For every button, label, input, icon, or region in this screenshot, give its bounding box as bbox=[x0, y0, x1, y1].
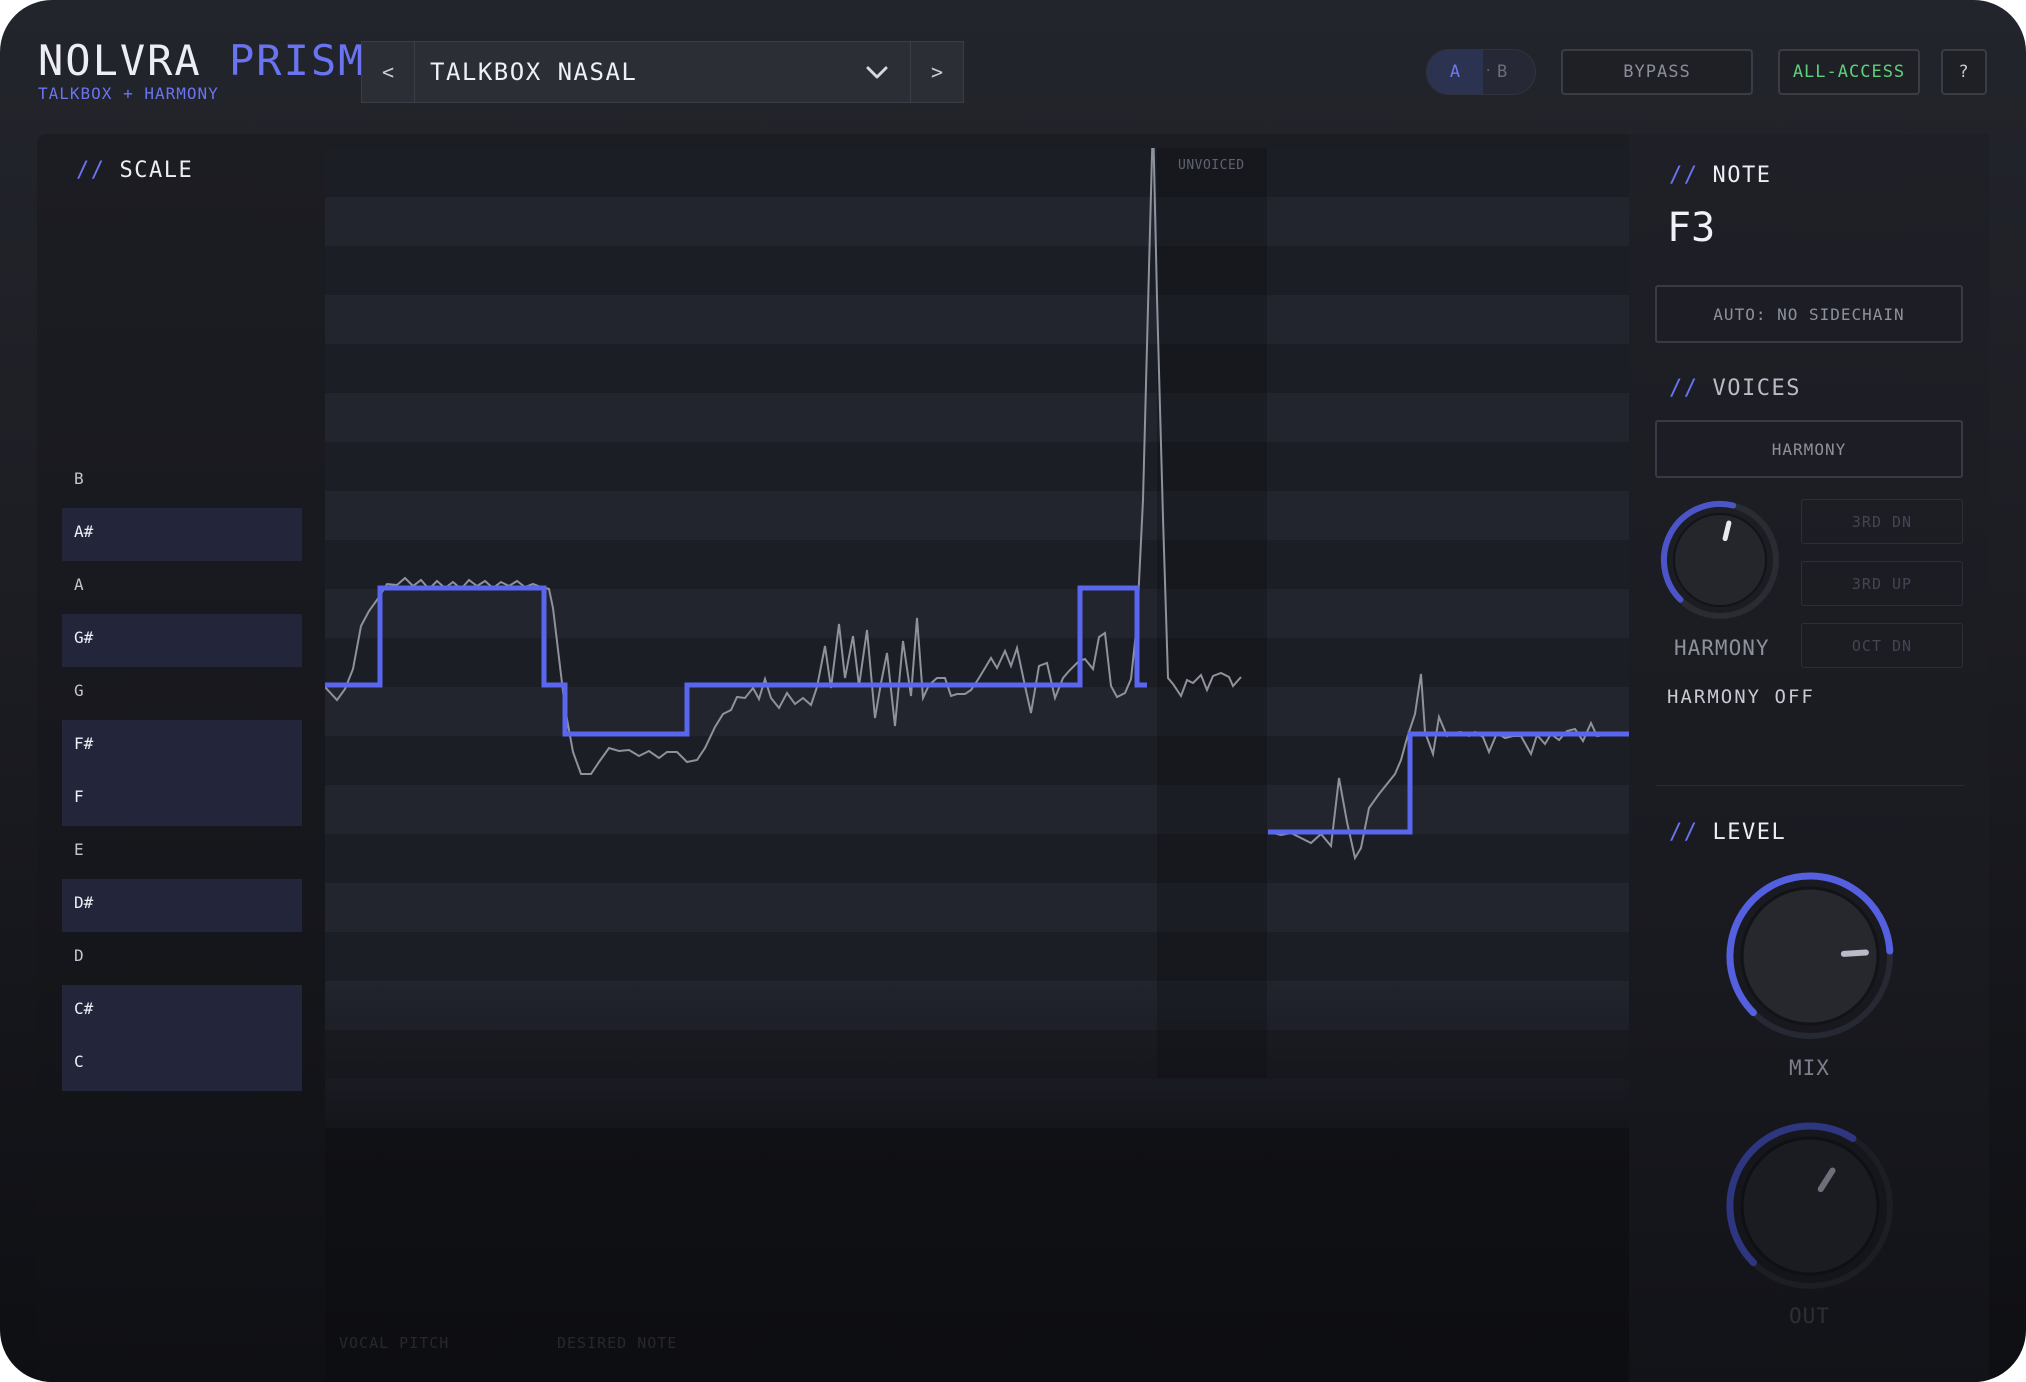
chevron-down-icon[interactable] bbox=[864, 60, 890, 86]
brand-subtitle: TALKBOX + HARMONY bbox=[38, 84, 219, 103]
current-note: F3 bbox=[1667, 205, 1716, 251]
ab-compare-toggle[interactable]: A · B bbox=[1426, 49, 1536, 95]
scale-note-f[interactable]: F bbox=[62, 773, 302, 826]
bypass-button[interactable]: BYPASS bbox=[1561, 49, 1753, 95]
all-access-button[interactable]: ALL-ACCESS bbox=[1778, 49, 1920, 95]
harmony-status: HARMONY OFF bbox=[1667, 686, 1815, 708]
plugin-window: NOLVRA PRISM TALKBOX + HARMONY < TALKBOX… bbox=[0, 0, 2026, 1382]
out-knob[interactable] bbox=[1722, 1118, 1898, 1294]
desired-note-line bbox=[325, 585, 1147, 737]
scale-note-a-sharp[interactable]: A# bbox=[62, 508, 302, 561]
harmony-option-3rd-down[interactable]: 3RD DN bbox=[1801, 499, 1963, 544]
scale-section-title: //SCALE bbox=[76, 158, 194, 183]
scale-note-c-sharp[interactable]: C# bbox=[62, 985, 302, 1038]
brand-accent: PRISM bbox=[229, 36, 366, 85]
legend-vocal-pitch: VOCAL PITCH bbox=[339, 1334, 450, 1352]
ab-separator: · bbox=[1484, 63, 1493, 79]
mix-knob[interactable] bbox=[1722, 868, 1898, 1044]
scale-note-g[interactable]: G bbox=[62, 667, 302, 719]
preset-name[interactable]: TALKBOX NASAL bbox=[430, 58, 637, 86]
harmony-option-3rd-up[interactable]: 3RD UP bbox=[1801, 561, 1963, 606]
level-section-title: //LEVEL bbox=[1669, 820, 1787, 845]
harmony-option-oct-down[interactable]: OCT DN bbox=[1801, 623, 1963, 668]
graph-fade-overlay bbox=[325, 978, 1629, 1382]
harmony-knob-label: HARMONY bbox=[1674, 636, 1770, 660]
ab-b-button[interactable]: B bbox=[1497, 62, 1507, 82]
legend-desired-note: DESIRED NOTE bbox=[557, 1334, 678, 1352]
note-section-title: //NOTE bbox=[1669, 163, 1772, 188]
scale-note-e[interactable]: E bbox=[62, 826, 302, 878]
mix-knob-label: MIX bbox=[1789, 1056, 1830, 1080]
scale-note-a[interactable]: A bbox=[62, 561, 302, 613]
preset-next-button[interactable]: > bbox=[910, 42, 963, 102]
scale-note-f-sharp[interactable]: F# bbox=[62, 720, 302, 773]
scale-note-d[interactable]: D bbox=[62, 932, 302, 984]
section-divider bbox=[1656, 785, 1964, 786]
brand-logo: NOLVRA PRISM bbox=[38, 36, 365, 85]
voices-section-title: //VOICES bbox=[1669, 376, 1801, 401]
scale-note-d-sharp[interactable]: D# bbox=[62, 879, 302, 932]
scale-note-g-sharp[interactable]: G# bbox=[62, 614, 302, 667]
out-knob-label: OUT bbox=[1789, 1304, 1830, 1328]
brand-name: NOLVRA bbox=[38, 36, 202, 85]
preset-selector[interactable]: < TALKBOX NASAL > bbox=[361, 41, 964, 103]
help-button[interactable]: ? bbox=[1941, 49, 1987, 95]
auto-sidechain-button[interactable]: AUTO: NO SIDECHAIN bbox=[1655, 285, 1963, 343]
scale-note-b[interactable]: B bbox=[62, 455, 302, 507]
pitch-graph: UNVOICED VOCAL PITCH DESIRED NOTE bbox=[325, 148, 1629, 1382]
harmony-knob[interactable] bbox=[1655, 495, 1785, 625]
scale-note-c[interactable]: C bbox=[62, 1038, 302, 1091]
desired-note-line-2 bbox=[1268, 731, 1629, 835]
ab-a-button[interactable]: A bbox=[1427, 50, 1483, 94]
harmony-mode-button[interactable]: HARMONY bbox=[1655, 420, 1963, 478]
pitch-trace-svg bbox=[325, 148, 1629, 861]
vocal-pitch-line bbox=[325, 148, 1242, 775]
preset-prev-button[interactable]: < bbox=[362, 42, 415, 102]
